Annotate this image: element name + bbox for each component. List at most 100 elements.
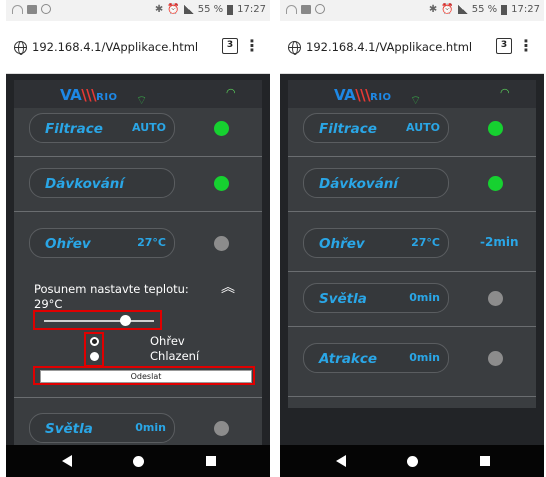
row-value: AUTO xyxy=(406,121,440,134)
row-label: Dávkování xyxy=(45,176,125,192)
ohrev-button[interactable]: Ohřev 27°C xyxy=(29,228,175,258)
option-label-chlazeni: Chlazení xyxy=(150,349,200,363)
back-icon[interactable] xyxy=(336,455,346,467)
row-label: Dávkování xyxy=(319,176,399,192)
notification-icon xyxy=(315,4,325,14)
wifi-icon xyxy=(12,4,23,14)
app-content: VA\\\RIO ⌔ ◠ Filtrace AUTO Dávkování Ohř… xyxy=(6,75,270,445)
temperature-instruction: Posunem nastavte teplotu: 29°C xyxy=(34,282,189,312)
row-label: Filtrace xyxy=(319,121,377,137)
recent-apps-icon[interactable] xyxy=(206,456,216,466)
davkovani-button[interactable]: Dávkování xyxy=(303,168,449,198)
row-davkovani: Dávkování xyxy=(288,163,536,203)
status-indicator xyxy=(488,121,503,136)
clock: 17:27 xyxy=(237,4,266,15)
row-ohrev: Ohřev 27°C xyxy=(14,223,262,263)
temperature-slider-thumb[interactable] xyxy=(120,315,131,326)
temperature-slider-track[interactable] xyxy=(44,320,154,322)
status-indicator xyxy=(488,351,503,366)
status-indicator xyxy=(488,291,503,306)
browser-address-bar: 192.168.4.1/VApplikace.html 3 ⋮ xyxy=(6,21,270,74)
tab-switcher-button[interactable]: 3 xyxy=(496,38,512,54)
battery-percent: 55 % xyxy=(197,4,224,15)
browser-address-bar: 192.168.4.1/VApplikace.html 3 ⋮ xyxy=(280,21,544,74)
atrakce-button[interactable]: Atrakce 0min xyxy=(303,343,449,373)
row-label: Ohřev xyxy=(45,236,91,252)
browser-menu-button[interactable]: ⋮ xyxy=(244,36,260,56)
ohrev-button[interactable]: Ohřev 27°C xyxy=(303,228,449,258)
row-davkovani: Dávkování xyxy=(14,163,262,203)
row-ohrev: Ohřev 27°C -2min xyxy=(288,223,536,263)
status-indicator xyxy=(214,121,229,136)
row-value: 0min xyxy=(409,351,440,364)
wifi-signal-icon: ◠ xyxy=(226,86,236,99)
app-header: VA\\\RIO ⌔ ◠ xyxy=(288,80,536,108)
notification-icon xyxy=(41,4,51,14)
row-label: Filtrace xyxy=(45,121,103,137)
bluetooth-icon: ✱ xyxy=(154,4,164,15)
row-label: Světla xyxy=(45,421,93,437)
alarm-icon: ⏰ xyxy=(441,4,454,15)
back-icon[interactable] xyxy=(62,455,72,467)
battery-percent: 55 % xyxy=(471,4,498,15)
option-label-ohrev: Ohřev xyxy=(150,334,185,348)
browser-menu-button[interactable]: ⋮ xyxy=(518,36,534,56)
row-atrakce: Atrakce 0min xyxy=(288,338,536,378)
wifi-signal-icon: ◠ xyxy=(500,86,510,99)
image-icon xyxy=(27,4,37,14)
battery-icon xyxy=(227,4,234,15)
status-bar: ✱ ⏰ 55 % 17:27 xyxy=(280,0,544,21)
davkovani-button[interactable]: Dávkování xyxy=(29,168,175,198)
send-button[interactable]: Odeslat xyxy=(40,370,252,383)
logo-mid: \\\ xyxy=(81,86,97,104)
row-filtrace: Filtrace AUTO xyxy=(288,108,536,148)
row-svetla: Světla 0min xyxy=(288,278,536,318)
url-field[interactable]: 192.168.4.1/VApplikace.html xyxy=(32,40,198,54)
row-value: 27°C xyxy=(411,236,440,249)
radio-chlazeni[interactable] xyxy=(90,352,99,361)
status-bar: ✱ ⏰ 55 % 17:27 xyxy=(6,0,270,21)
svetla-button[interactable]: Světla 0min xyxy=(29,413,175,443)
divider xyxy=(288,156,536,157)
home-icon[interactable] xyxy=(133,456,144,467)
row-svetla: Světla 0min xyxy=(14,408,262,448)
filtrace-button[interactable]: Filtrace AUTO xyxy=(29,113,175,143)
row-label: Atrakce xyxy=(319,351,378,367)
url-field[interactable]: 192.168.4.1/VApplikace.html xyxy=(306,40,472,54)
row-value: AUTO xyxy=(132,121,166,134)
divider xyxy=(288,326,536,327)
logo-suffix: RIO xyxy=(96,92,118,103)
radio-ohrev[interactable] xyxy=(90,337,99,346)
row-value: 27°C xyxy=(137,236,166,249)
status-right-icons: ✱ ⏰ 55 % 17:27 xyxy=(429,4,540,15)
divider xyxy=(288,211,536,212)
home-icon[interactable] xyxy=(407,456,418,467)
row-value: 0min xyxy=(409,291,440,304)
logo-suffix: RIO xyxy=(370,92,392,103)
status-left-icons xyxy=(286,4,325,14)
tab-switcher-button[interactable]: 3 xyxy=(222,38,238,54)
divider xyxy=(288,396,536,397)
collapse-chevron-icon[interactable]: ︽ xyxy=(221,277,235,297)
android-nav-bar xyxy=(6,445,270,477)
status-indicator xyxy=(214,236,229,251)
app-content: VA\\\RIO ⌔ ◠ Filtrace AUTO Dávkování Ohř… xyxy=(280,75,544,445)
filtrace-button[interactable]: Filtrace AUTO xyxy=(303,113,449,143)
recent-apps-icon[interactable] xyxy=(480,456,490,466)
status-right-icons: ✱ ⏰ 55 % 17:27 xyxy=(155,4,266,15)
vario-logo: VA\\\RIO xyxy=(60,86,118,104)
divider xyxy=(14,397,262,398)
image-icon xyxy=(301,4,311,14)
svetla-button[interactable]: Světla 0min xyxy=(303,283,449,313)
signal-icon xyxy=(457,5,468,14)
logo-prefix: VA xyxy=(334,86,356,104)
row-label: Světla xyxy=(319,291,367,307)
app-header: VA\\\RIO ⌔ ◠ xyxy=(14,80,262,108)
row-filtrace: Filtrace AUTO xyxy=(14,108,262,148)
status-indicator xyxy=(214,176,229,191)
clock: 17:27 xyxy=(511,4,540,15)
status-left-icons xyxy=(12,4,51,14)
instruction-text: Posunem nastavte teplotu: xyxy=(34,282,189,296)
logo-mid: \\\ xyxy=(355,86,371,104)
connection-status-icon: ⌔ xyxy=(410,93,422,107)
